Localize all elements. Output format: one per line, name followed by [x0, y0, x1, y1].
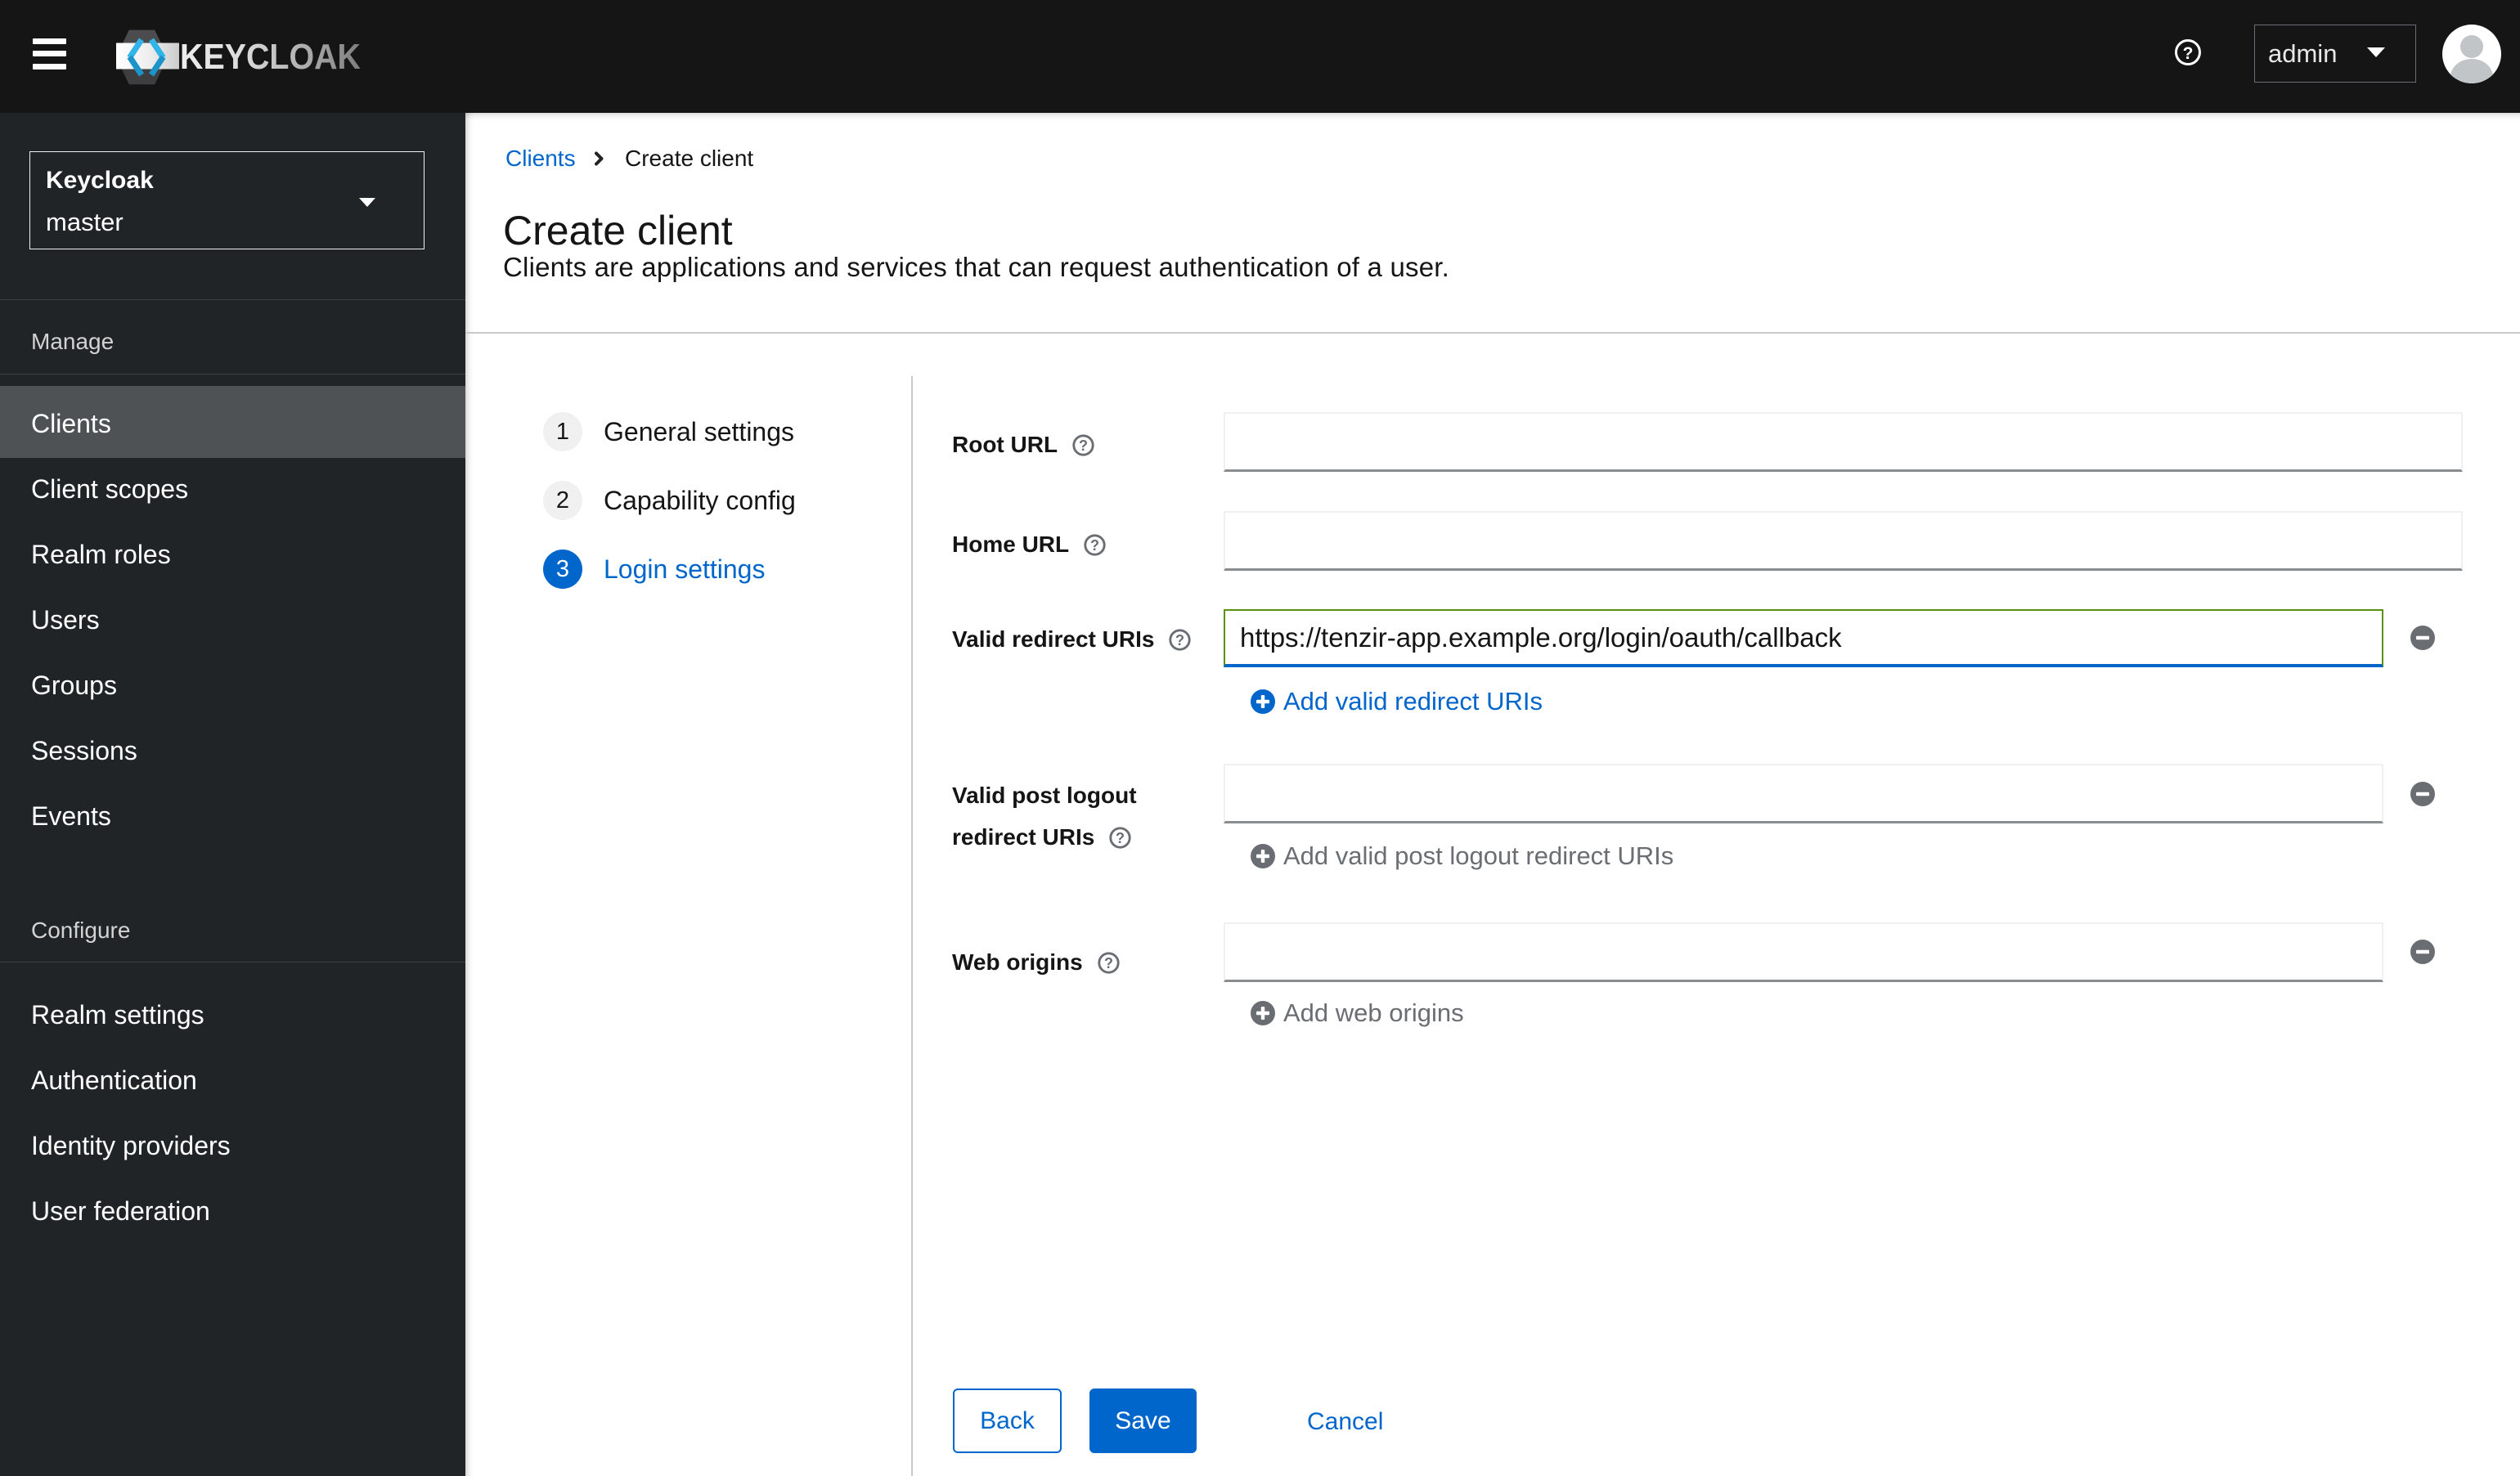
svg-text:KEYCLOAK: KEYCLOAK — [180, 37, 361, 77]
svg-text:?: ? — [1175, 631, 1184, 648]
svg-text:?: ? — [1116, 829, 1125, 846]
svg-text:?: ? — [1090, 536, 1099, 553]
svg-text:?: ? — [1104, 954, 1113, 971]
svg-text:?: ? — [2183, 44, 2194, 63]
svg-text:?: ? — [1079, 437, 1088, 453]
